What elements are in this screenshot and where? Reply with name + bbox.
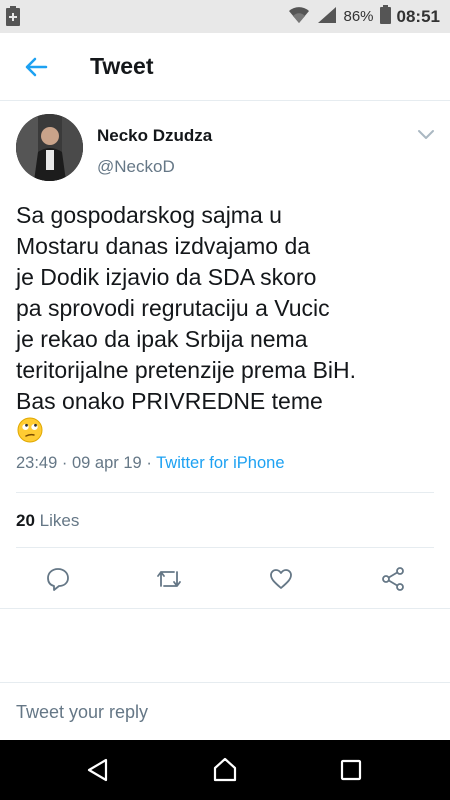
tweet-meta: 23:49 · 09 apr 19 · Twitter for iPhone — [16, 454, 285, 473]
back-triangle-icon — [87, 758, 108, 782]
system-nav-bar — [0, 740, 450, 800]
wifi-icon — [287, 6, 311, 28]
tweet-line: Sa gospodarskog sajma u — [16, 202, 282, 228]
tweet-line: Mostaru danas izdvajamo da — [16, 233, 311, 259]
likes-count[interactable]: 20 Likes — [16, 511, 79, 531]
tweet-date: 09 apr 19 — [71, 454, 142, 472]
eye-roll-emoji-icon — [17, 417, 436, 451]
chevron-down-icon — [418, 130, 434, 139]
nav-home-button[interactable] — [209, 754, 241, 786]
tweet-text: Sa gospodarskog sajma u Mostaru danas iz… — [16, 200, 436, 451]
tweet-line: pa sprovodi regrutaciju a Vucic — [16, 295, 330, 321]
like-icon — [270, 569, 292, 589]
avatar[interactable] — [16, 114, 83, 181]
nav-recents-button[interactable] — [335, 754, 367, 786]
home-icon — [213, 757, 237, 782]
author-name[interactable]: Necko Dzudza — [97, 126, 212, 146]
tweet-line: je rekao da ipak Srbija nema — [16, 326, 308, 352]
tweet-actions — [0, 564, 450, 596]
retweet-icon — [157, 571, 181, 587]
retweet-button[interactable] — [154, 564, 184, 594]
sim-icon — [6, 6, 20, 31]
reply-input[interactable] — [0, 690, 450, 734]
more-options-button[interactable] — [416, 126, 436, 142]
reply-icon — [47, 568, 69, 591]
back-button[interactable] — [22, 53, 50, 81]
battery-percent: 86% — [343, 8, 374, 25]
tweet-line: Bas onako PRIVREDNE teme — [16, 388, 323, 414]
clock: 08:51 — [396, 6, 440, 26]
author-handle[interactable]: @NeckoD — [97, 157, 175, 177]
page-title: Tweet — [90, 53, 154, 79]
divider — [0, 682, 450, 683]
divider — [16, 547, 434, 548]
tweet-line: teritorijalne pretenzije prema BiH. — [16, 357, 357, 383]
recents-icon — [340, 759, 362, 781]
share-icon — [382, 567, 404, 591]
likes-number: 20 — [16, 511, 35, 530]
meta-separator: · — [61, 454, 68, 472]
tweet-line-last: Bas onako PRIVREDNE teme — [16, 386, 436, 451]
likes-label: Likes — [39, 511, 80, 530]
meta-separator: · — [146, 454, 152, 472]
tweet-source-link[interactable]: Twitter for iPhone — [156, 454, 284, 472]
divider — [0, 608, 450, 609]
tweet-time: 23:49 — [16, 454, 58, 472]
divider — [16, 492, 434, 493]
tweet-line: je Dodik izjavio da SDA skoro — [16, 264, 317, 290]
arrow-left-icon — [25, 57, 48, 77]
signal-icon — [317, 6, 337, 28]
app-bar: Tweet — [0, 33, 450, 101]
share-button[interactable] — [378, 564, 408, 594]
battery-icon — [379, 5, 391, 28]
status-bar: 86% 08:51 — [0, 0, 450, 33]
reply-button[interactable] — [43, 564, 73, 594]
nav-back-button[interactable] — [82, 754, 114, 786]
status-indicators: 86% 08:51 — [287, 0, 440, 33]
like-button[interactable] — [266, 564, 296, 594]
